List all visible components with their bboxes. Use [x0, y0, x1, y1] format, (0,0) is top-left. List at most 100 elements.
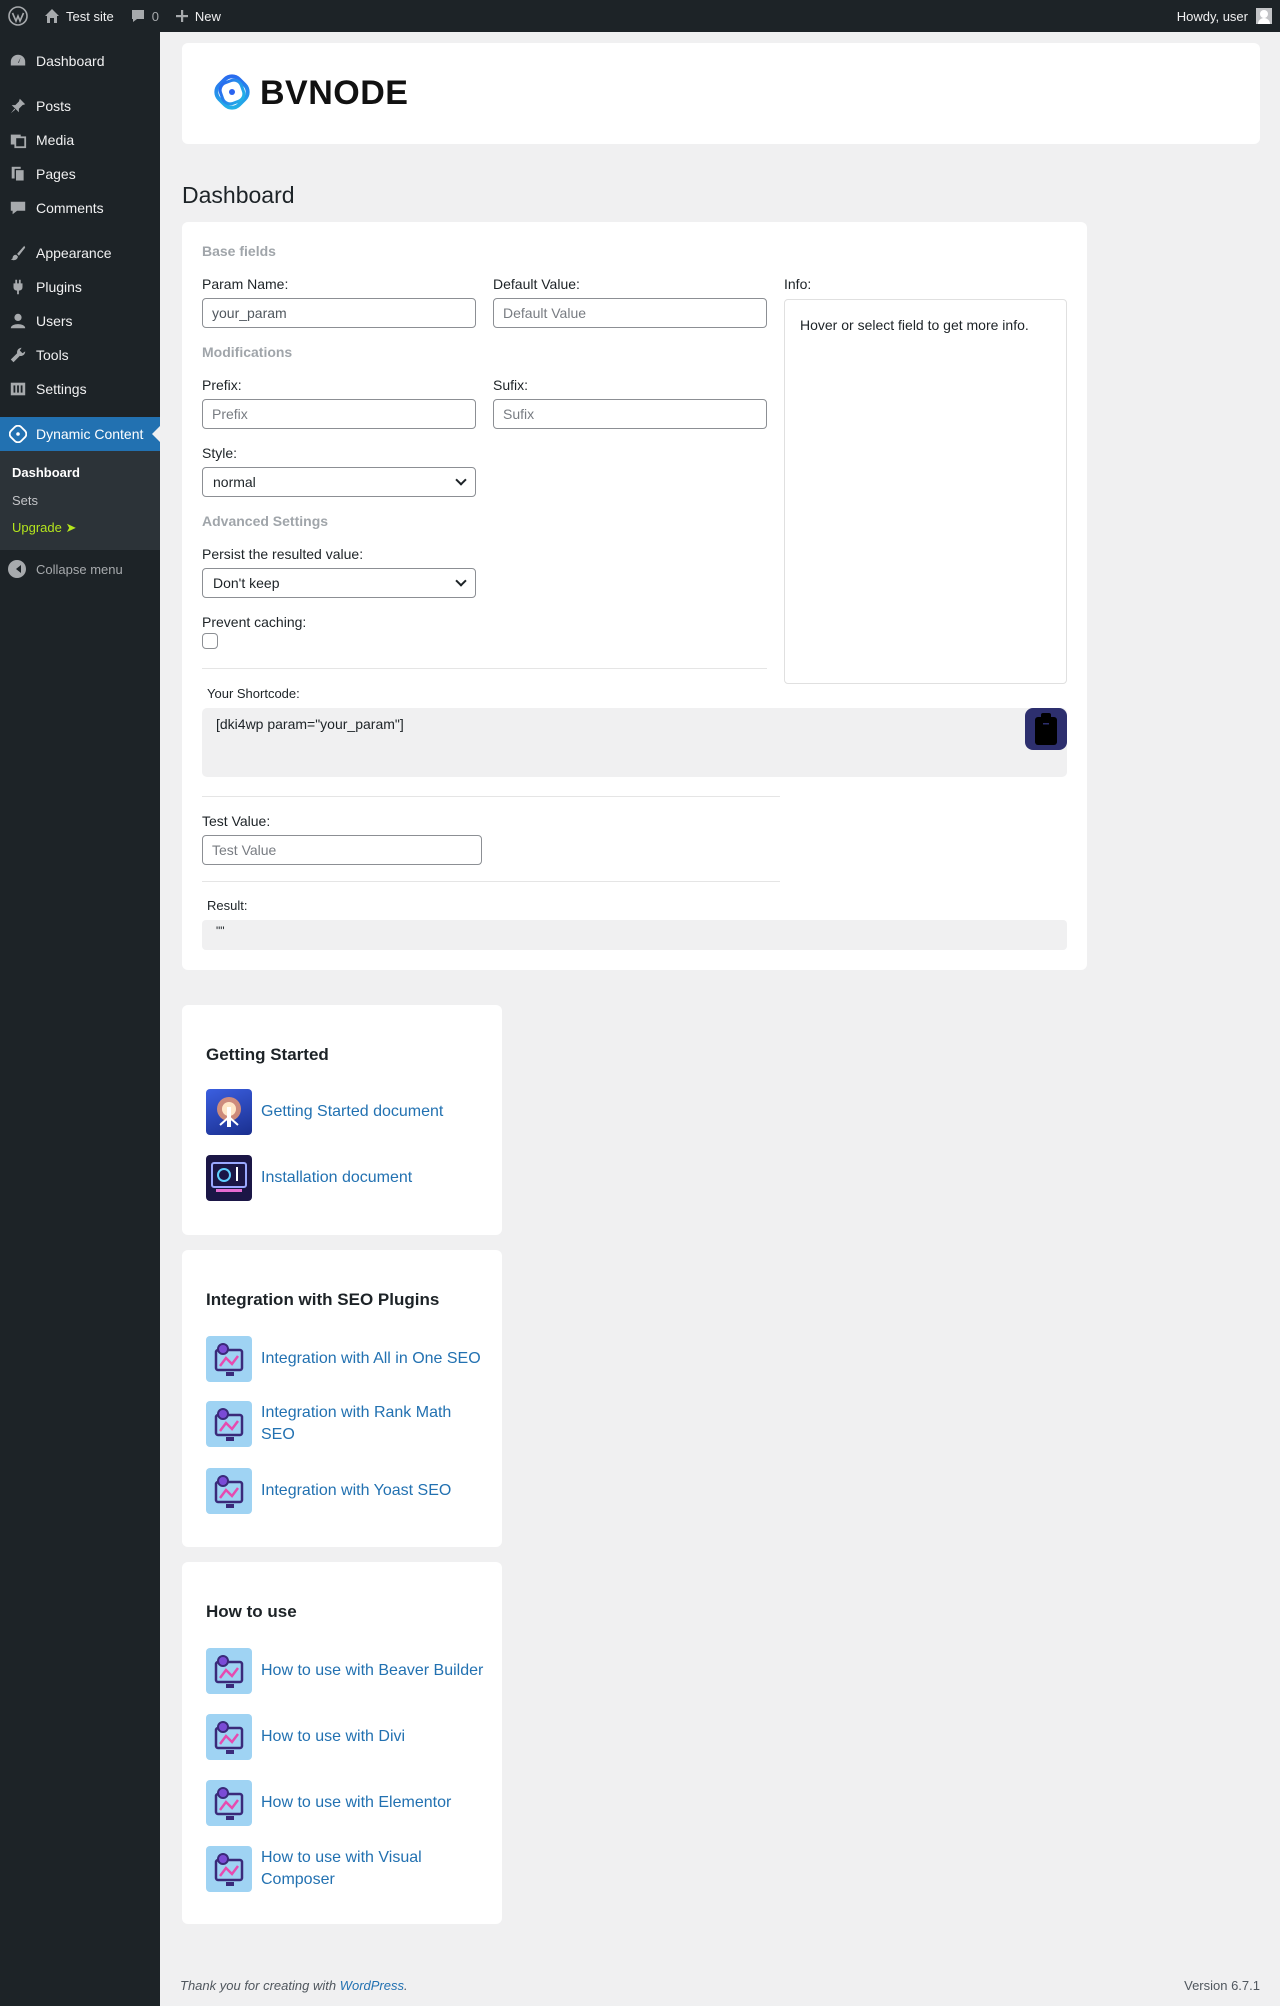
- collapse-icon: [8, 560, 26, 578]
- all-in-one-seo-link[interactable]: Integration with All in One SEO: [261, 1348, 481, 1370]
- getting-started-card: Getting Started Getting Started document…: [182, 1005, 502, 1235]
- style-select[interactable]: normal: [202, 467, 476, 497]
- howdy-text: Howdy, user: [1176, 8, 1248, 24]
- admin-menu: Dashboard Posts Media Pages Comments App…: [0, 32, 160, 2006]
- how-to-thumbnail-icon: [206, 1648, 252, 1694]
- style-label: Style:: [202, 445, 238, 461]
- sidebar-item-tools[interactable]: Tools: [0, 338, 160, 372]
- list-item[interactable]: Installation document: [206, 1155, 486, 1201]
- visual-composer-link[interactable]: How to use with Visual Composer: [261, 1847, 486, 1892]
- how-to-thumbnail-icon: [206, 1846, 252, 1892]
- section-base-fields: Base fields: [202, 243, 276, 259]
- new-content-link[interactable]: New: [167, 0, 229, 32]
- prefix-label: Prefix:: [202, 377, 242, 393]
- beaver-builder-link[interactable]: How to use with Beaver Builder: [261, 1660, 483, 1682]
- sidebar-item-label: Dashboard: [36, 53, 105, 69]
- default-value-input[interactable]: [493, 298, 767, 328]
- sidebar-item-media[interactable]: Media: [0, 123, 160, 157]
- pin-icon: [8, 96, 28, 116]
- submenu-item-upgrade[interactable]: Upgrade ➤: [0, 514, 160, 542]
- sidebar-item-comments[interactable]: Comments: [0, 191, 160, 225]
- sidebar-item-dynamic-content[interactable]: Dynamic Content: [0, 417, 160, 451]
- sidebar-item-label: Tools: [36, 347, 69, 363]
- how-to-use-card: How to use How to use with Beaver Builde…: [182, 1562, 502, 1924]
- divider: [202, 796, 780, 797]
- shortcode-builder-card: Base fields Param Name: Default Value: I…: [182, 222, 1087, 970]
- info-label: Info:: [784, 276, 812, 292]
- comment-icon: [8, 198, 28, 218]
- list-item[interactable]: Integration with Rank Math SEO: [206, 1401, 486, 1447]
- installation-link[interactable]: Installation document: [261, 1167, 412, 1189]
- pages-icon: [8, 164, 28, 184]
- sufix-label: Sufix:: [493, 377, 529, 393]
- bvnode-logo-icon: [212, 72, 252, 115]
- comment-icon: [130, 8, 146, 24]
- test-value-input[interactable]: [202, 835, 482, 865]
- card-title: How to use: [206, 1602, 297, 1621]
- sidebar-item-users[interactable]: Users: [0, 304, 160, 338]
- persist-select[interactable]: Don't keep: [202, 568, 476, 598]
- dashboard-icon: [8, 51, 28, 71]
- comments-link[interactable]: 0: [122, 0, 167, 32]
- brand-name: BVNODE: [260, 74, 409, 112]
- page-title: Dashboard: [182, 182, 295, 208]
- sidebar-item-dashboard[interactable]: Dashboard: [0, 44, 160, 78]
- list-item[interactable]: How to use with Visual Composer: [206, 1846, 486, 1892]
- sidebar-item-label: Settings: [36, 381, 87, 397]
- media-icon: [8, 130, 28, 150]
- sidebar-item-posts[interactable]: Posts: [0, 89, 160, 123]
- sidebar-item-plugins[interactable]: Plugins: [0, 270, 160, 304]
- wordpress-link[interactable]: WordPress: [340, 1978, 404, 1993]
- wordpress-logo-icon[interactable]: [0, 0, 36, 32]
- submenu-item-dashboard[interactable]: Dashboard: [0, 458, 160, 486]
- list-item[interactable]: How to use with Elementor: [206, 1780, 486, 1826]
- comments-count: 0: [151, 8, 159, 24]
- seo-thumbnail-icon: [206, 1336, 252, 1382]
- clipboard-icon: [1033, 712, 1059, 746]
- shortcode-text: [dki4wp param="your_param"]: [216, 716, 404, 732]
- list-item[interactable]: How to use with Beaver Builder: [206, 1648, 486, 1694]
- how-to-thumbnail-icon: [206, 1714, 252, 1760]
- param-name-input[interactable]: [202, 298, 476, 328]
- sidebar-item-pages[interactable]: Pages: [0, 157, 160, 191]
- how-to-thumbnail-icon: [206, 1780, 252, 1826]
- sidebar-item-label: Pages: [36, 166, 76, 182]
- result-label: Result:: [207, 898, 248, 913]
- seo-thumbnail-icon: [206, 1468, 252, 1514]
- home-icon: [44, 8, 60, 24]
- dynamic-content-submenu: Dashboard Sets Upgrade ➤: [0, 451, 160, 550]
- prefix-input[interactable]: [202, 399, 476, 429]
- submenu-item-sets[interactable]: Sets: [0, 486, 160, 514]
- copy-shortcode-button[interactable]: [1025, 708, 1067, 750]
- collapse-menu-button[interactable]: Collapse menu: [0, 552, 160, 586]
- sidebar-item-appearance[interactable]: Appearance: [0, 236, 160, 270]
- settings-icon: [8, 379, 28, 399]
- elementor-link[interactable]: How to use with Elementor: [261, 1792, 451, 1814]
- persist-select-value: Don't keep: [213, 575, 280, 591]
- list-item[interactable]: Getting Started document: [206, 1089, 486, 1135]
- persist-label: Persist the resulted value:: [202, 546, 364, 562]
- getting-started-link[interactable]: Getting Started document: [261, 1101, 443, 1123]
- seo-integration-card: Integration with SEO Plugins Integration…: [182, 1250, 502, 1547]
- section-modifications: Modifications: [202, 344, 293, 360]
- footer-thanks: Thank you for creating with WordPress.: [180, 1978, 408, 1993]
- rank-math-seo-link[interactable]: Integration with Rank Math SEO: [261, 1402, 486, 1447]
- version-text: Version 6.7.1: [1184, 1978, 1260, 1993]
- result-text: "": [216, 924, 225, 938]
- prevent-caching-checkbox[interactable]: [202, 633, 218, 649]
- divi-link[interactable]: How to use with Divi: [261, 1726, 405, 1748]
- test-value-label: Test Value:: [202, 813, 271, 829]
- plug-icon: [8, 277, 28, 297]
- list-item[interactable]: How to use with Divi: [206, 1714, 486, 1760]
- list-item[interactable]: Integration with Yoast SEO: [206, 1468, 486, 1514]
- result-output: "": [202, 920, 1067, 950]
- divider: [202, 668, 767, 669]
- list-item[interactable]: Integration with All in One SEO: [206, 1336, 486, 1382]
- site-name-link[interactable]: Test site: [36, 0, 122, 32]
- sufix-input[interactable]: [493, 399, 767, 429]
- brand-header: BVNODE: [182, 43, 1260, 144]
- yoast-seo-link[interactable]: Integration with Yoast SEO: [261, 1480, 451, 1502]
- my-account[interactable]: Howdy, user: [1177, 8, 1280, 24]
- admin-bar: Test site 0 New Howdy, user: [0, 0, 1280, 32]
- sidebar-item-settings[interactable]: Settings: [0, 372, 160, 406]
